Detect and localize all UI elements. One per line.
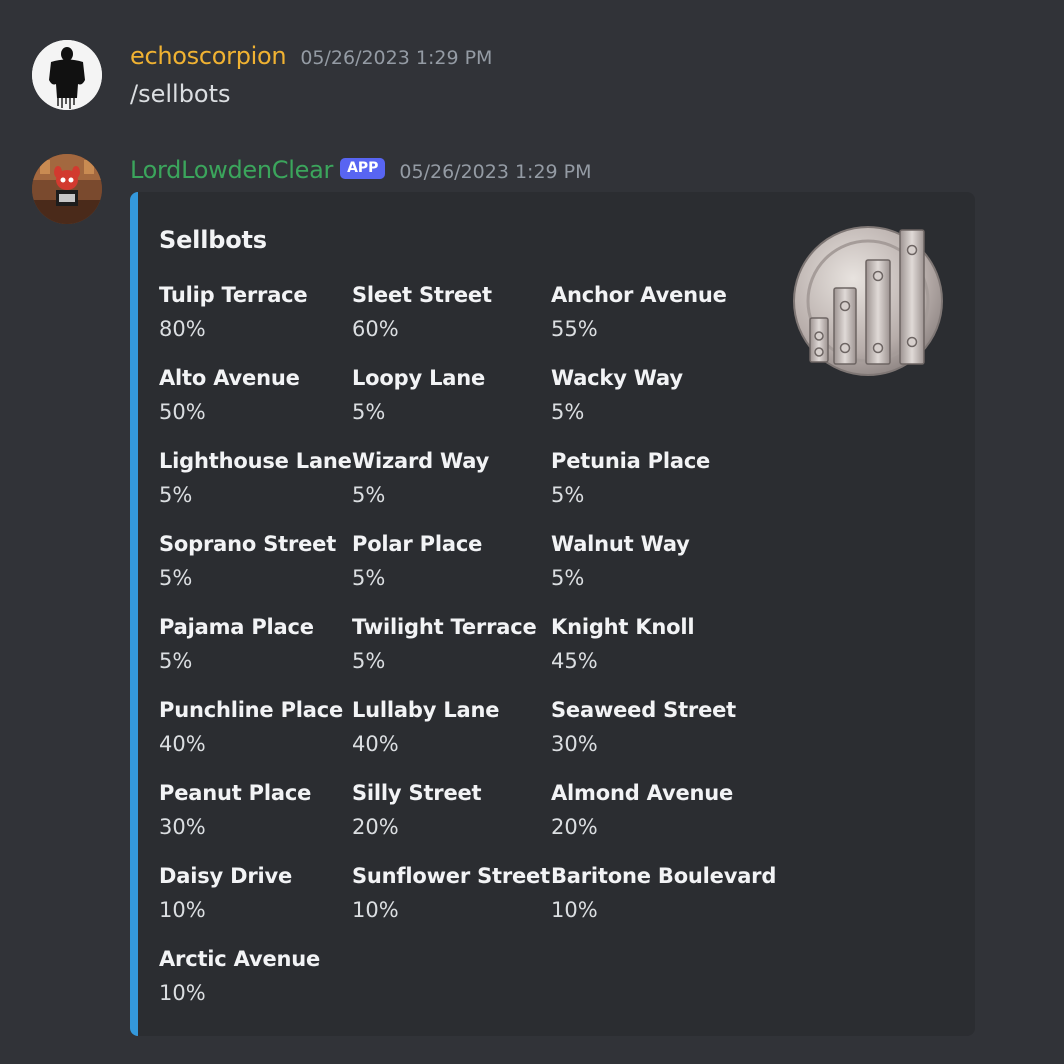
embed-field-value: 5% <box>352 566 386 590</box>
embed-title: Sellbots <box>159 226 267 254</box>
message-timestamp: 05/26/2023 1:29 PM <box>300 47 493 69</box>
username[interactable]: echoscorpion <box>130 42 287 70</box>
embed-field-value: 5% <box>551 566 585 590</box>
embed-field: Sunflower Street 10% <box>352 861 550 925</box>
embed-field-name: Lighthouse Lane <box>159 449 352 473</box>
message-timestamp: 05/26/2023 1:29 PM <box>399 161 592 183</box>
embed-field-name: Arctic Avenue <box>159 947 321 971</box>
embed-field-name: Peanut Place <box>159 781 312 805</box>
embed-field-name: Wacky Way <box>551 366 683 390</box>
embed-field: Soprano Street 5% <box>159 529 336 593</box>
embed-field-name: Tulip Terrace <box>159 283 308 307</box>
embed-field-name: Petunia Place <box>551 449 711 473</box>
embed-field: Wacky Way 5% <box>551 363 683 427</box>
embed-field-name: Lullaby Lane <box>352 698 500 722</box>
embed-field-name: Almond Avenue <box>551 781 734 805</box>
bot-avatar[interactable] <box>32 154 102 224</box>
embed-field-value: 80% <box>159 317 206 341</box>
embed-field-value: 10% <box>159 981 206 1005</box>
silhouette-avatar-icon <box>32 40 102 110</box>
embed-field-name: Pajama Place <box>159 615 314 639</box>
embed-field-value: 10% <box>159 898 206 922</box>
embed-field: Polar Place 5% <box>352 529 482 593</box>
embed-field: Arctic Avenue 10% <box>159 944 320 1008</box>
embed-field: Peanut Place 30% <box>159 778 311 842</box>
embed-field-name: Soprano Street <box>159 532 337 556</box>
embed-field-name: Wizard Way <box>352 449 490 473</box>
embed-field: Petunia Place 5% <box>551 446 710 510</box>
embed-field-value: 45% <box>551 649 598 673</box>
username[interactable]: LordLowdenClear <box>130 156 333 184</box>
embed-field: Seaweed Street 30% <box>551 695 736 759</box>
embed-field-value: 5% <box>352 483 386 507</box>
embed-field-value: 50% <box>159 400 206 424</box>
embed-field: Twilight Terrace 5% <box>352 612 537 676</box>
embed-field: Walnut Way 5% <box>551 529 690 593</box>
embed-field-value: 60% <box>352 317 399 341</box>
embed-field: Silly Street 20% <box>352 778 482 842</box>
embed-field-value: 30% <box>551 732 598 756</box>
embed-field-value: 10% <box>551 898 598 922</box>
embed-field-name: Loopy Lane <box>352 366 486 390</box>
embed-field: Alto Avenue 50% <box>159 363 300 427</box>
embed-field-name: Baritone Boulevard <box>551 864 777 888</box>
embed-field-value: 5% <box>551 400 585 424</box>
embed-field: Almond Avenue 20% <box>551 778 733 842</box>
embed-field-value: 5% <box>159 483 193 507</box>
embed-card: Sellbots Tulip Terrace 80% Sleet Street … <box>130 192 975 1036</box>
embed-field-value: 5% <box>551 483 585 507</box>
embed-field-name: Walnut Way <box>551 532 690 556</box>
embed-field: Knight Knoll 45% <box>551 612 695 676</box>
embed-field-value: 20% <box>352 815 399 839</box>
embed-field-value: 40% <box>159 732 206 756</box>
embed-field: Lullaby Lane 40% <box>352 695 499 759</box>
embed-field: Wizard Way 5% <box>352 446 489 510</box>
embed-field: Punchline Place 40% <box>159 695 343 759</box>
embed-field-value: 20% <box>551 815 598 839</box>
embed-field: Sleet Street 60% <box>352 280 492 344</box>
embed-field-name: Sunflower Street <box>352 864 550 888</box>
embed-field: Lighthouse Lane 5% <box>159 446 352 510</box>
embed-field-name: Seaweed Street <box>551 698 737 722</box>
embed-field: Tulip Terrace 80% <box>159 280 308 344</box>
sellbot-emblem-icon <box>793 226 943 376</box>
embed-field-name: Silly Street <box>352 781 482 805</box>
embed-field: Pajama Place 5% <box>159 612 314 676</box>
embed-field-value: 5% <box>352 400 386 424</box>
message-echoscorpion: echoscorpion 05/26/2023 1:29 PM /sellbot… <box>0 0 1064 140</box>
embed-field-name: Daisy Drive <box>159 864 293 888</box>
embed-field: Baritone Boulevard 10% <box>551 861 776 925</box>
embed-field-name: Knight Knoll <box>551 615 695 639</box>
embed-field-value: 5% <box>352 649 386 673</box>
embed-thumbnail[interactable] <box>790 226 946 382</box>
embed-field-value: 5% <box>159 649 193 673</box>
embed-field-value: 55% <box>551 317 598 341</box>
toon-avatar-icon <box>32 154 102 224</box>
embed-field-name: Twilight Terrace <box>352 615 537 639</box>
embed-field: Daisy Drive 10% <box>159 861 292 925</box>
embed-field: Anchor Avenue 55% <box>551 280 727 344</box>
embed-field-name: Anchor Avenue <box>551 283 727 307</box>
embed-field-value: 10% <box>352 898 399 922</box>
embed-field-name: Polar Place <box>352 532 483 556</box>
embed-field-value: 40% <box>352 732 399 756</box>
embed-field-value: 30% <box>159 815 206 839</box>
user-avatar[interactable] <box>32 40 102 110</box>
embed-accent-bar <box>130 192 138 1036</box>
embed-field: Loopy Lane 5% <box>352 363 485 427</box>
message-content: /sellbots <box>130 80 231 108</box>
embed-field-value: 5% <box>159 566 193 590</box>
embed-field-name: Sleet Street <box>352 283 492 307</box>
embed-field-name: Alto Avenue <box>159 366 300 390</box>
app-badge: APP <box>340 158 386 179</box>
embed-field-name: Punchline Place <box>159 698 344 722</box>
